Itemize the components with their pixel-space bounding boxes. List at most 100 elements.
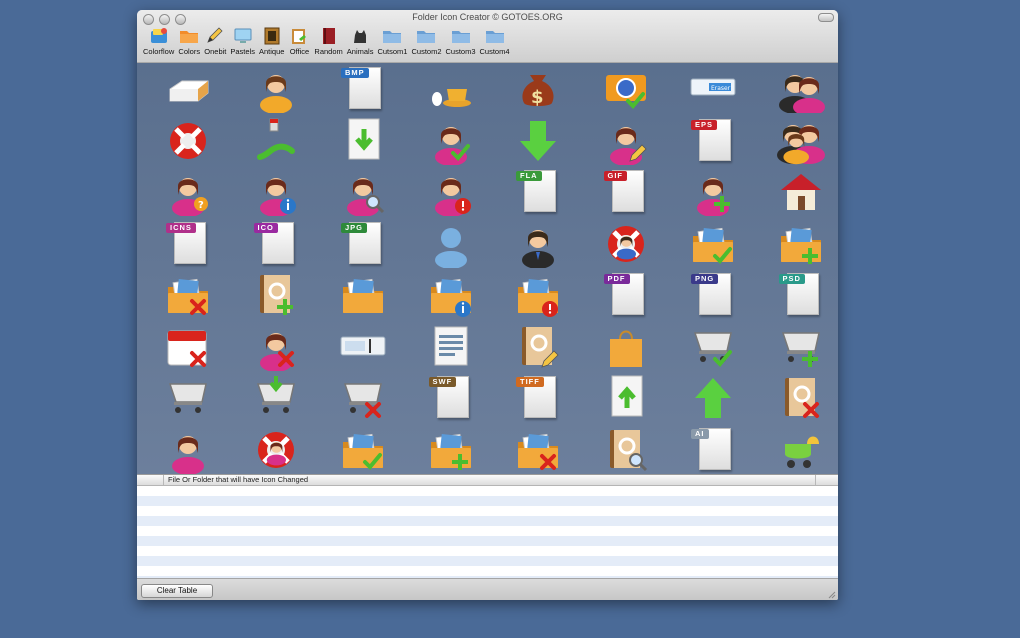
- icon-cell[interactable]: [408, 63, 494, 115]
- icon-cell[interactable]: [233, 166, 319, 218]
- businessman-icon: [514, 220, 562, 269]
- icon-cell[interactable]: [408, 269, 494, 321]
- icon-cell[interactable]: [233, 424, 319, 476]
- icon-cell[interactable]: [145, 321, 231, 373]
- toolbar-custom4[interactable]: Custom4: [480, 26, 510, 56]
- file-type-tag: GIF: [603, 171, 627, 181]
- icon-cell[interactable]: [495, 424, 581, 476]
- icon-cell[interactable]: [758, 424, 839, 476]
- icon-cell[interactable]: TIFF: [495, 372, 581, 424]
- user-female-check-icon: [427, 117, 475, 166]
- icon-cell[interactable]: [145, 372, 231, 424]
- icon-cell[interactable]: [758, 166, 839, 218]
- toolbar-colors[interactable]: Colors: [178, 26, 200, 56]
- icon-cell[interactable]: [145, 424, 231, 476]
- icon-cell[interactable]: [583, 321, 669, 373]
- icon-cell[interactable]: [583, 372, 669, 424]
- icon-cell[interactable]: PDF: [583, 269, 669, 321]
- folder-add-icon: [427, 426, 475, 474]
- icon-cell[interactable]: [320, 166, 406, 218]
- icon-cell[interactable]: [670, 372, 756, 424]
- down-arrow-icon: [514, 117, 562, 165]
- toolbar-pastels[interactable]: Pastels: [230, 26, 255, 56]
- icon-cell[interactable]: EPS: [670, 115, 756, 167]
- icon-cell[interactable]: [758, 115, 839, 167]
- resize-grip-icon[interactable]: [827, 590, 836, 599]
- stroller-add-icon: [777, 426, 825, 474]
- icon-cell[interactable]: [233, 63, 319, 115]
- icon-cell[interactable]: [408, 218, 494, 270]
- icon-cell[interactable]: [495, 269, 581, 321]
- icon-cell[interactable]: [758, 218, 839, 270]
- icon-cell[interactable]: [320, 269, 406, 321]
- toolbar-animals[interactable]: Animals: [347, 26, 373, 56]
- file-type-tag: ICNS: [166, 222, 196, 233]
- folder-icon: [381, 26, 403, 46]
- icon-cell[interactable]: [583, 424, 669, 476]
- icon-cell[interactable]: [583, 115, 669, 167]
- icon-cell[interactable]: [408, 321, 494, 373]
- icon-cell[interactable]: ICO: [233, 218, 319, 270]
- toolbar-onebit[interactable]: Onebit: [204, 26, 226, 56]
- window-title: Folder Icon Creator © GOTOES.ORG: [412, 12, 563, 22]
- toolbar-colorflow[interactable]: Colorflow: [143, 26, 174, 56]
- icon-cell[interactable]: [583, 63, 669, 115]
- user-female-search-icon: [339, 168, 387, 217]
- icon-cell[interactable]: FLA: [495, 166, 581, 218]
- icon-cell[interactable]: [758, 63, 839, 116]
- icon-cell[interactable]: [758, 372, 839, 424]
- icon-cell[interactable]: [758, 321, 839, 373]
- table-header-checkbox-column[interactable]: [137, 475, 164, 485]
- icon-cell[interactable]: [145, 269, 231, 321]
- icon-cell[interactable]: [320, 321, 406, 373]
- user-silhouette-icon: [427, 220, 475, 269]
- toolbar-custom3[interactable]: Custom3: [446, 26, 476, 56]
- icon-cell[interactable]: PSD: [758, 269, 839, 321]
- icon-cell[interactable]: [495, 115, 581, 167]
- icon-cell[interactable]: [670, 321, 756, 373]
- icon-cell[interactable]: [670, 166, 756, 218]
- toolbar-custom2[interactable]: Custom2: [411, 26, 442, 56]
- icon-cell[interactable]: ?: [145, 166, 231, 218]
- icon-cell[interactable]: [320, 115, 406, 167]
- cart-empty-icon: [164, 374, 212, 422]
- svg-text:?: ?: [198, 200, 204, 211]
- address-book-edit-icon: [514, 323, 562, 371]
- icon-cell[interactable]: BMP: [320, 63, 406, 115]
- icon-cell[interactable]: [408, 166, 494, 218]
- table-column-header[interactable]: File Or Folder that will have Icon Chang…: [168, 475, 308, 485]
- icon-cell[interactable]: [670, 218, 756, 270]
- bmp-file-icon: BMP: [339, 65, 387, 113]
- toolbar: Colorflow Colors Onebit Pastels Antique …: [143, 26, 514, 62]
- toolbar-custom1[interactable]: Cutsom1: [377, 26, 407, 56]
- icon-cell[interactable]: [233, 321, 319, 373]
- icon-cell[interactable]: $: [495, 63, 581, 115]
- icon-cell[interactable]: [583, 218, 669, 270]
- clear-table-button[interactable]: Clear Table: [141, 584, 213, 598]
- user-female-add-icon: [689, 168, 737, 217]
- toolbar-toggle-button[interactable]: [818, 13, 834, 22]
- icon-cell[interactable]: [495, 321, 581, 373]
- icon-cell[interactable]: [408, 115, 494, 167]
- users-couple-icon: [777, 65, 825, 116]
- icon-cell[interactable]: [145, 115, 231, 167]
- file-table[interactable]: [137, 486, 838, 578]
- icon-cell[interactable]: [233, 269, 319, 321]
- icon-cell[interactable]: SWF: [408, 372, 494, 424]
- icon-cell[interactable]: [233, 115, 319, 167]
- icon-cell[interactable]: [320, 424, 406, 476]
- icon-cell[interactable]: [320, 372, 406, 424]
- icon-cell[interactable]: AI: [670, 424, 756, 476]
- toolbar-random[interactable]: Random: [314, 26, 343, 56]
- icon-cell[interactable]: [145, 63, 231, 115]
- icon-cell[interactable]: Eraser: [670, 63, 756, 115]
- icon-cell[interactable]: GIF: [583, 166, 669, 218]
- toolbar-office[interactable]: Office: [288, 26, 310, 56]
- icon-cell[interactable]: JPG: [320, 218, 406, 270]
- icon-cell[interactable]: [233, 372, 319, 424]
- icon-cell[interactable]: PNG: [670, 269, 756, 321]
- icon-cell[interactable]: ICNS: [145, 218, 231, 270]
- icon-cell[interactable]: [495, 218, 581, 270]
- toolbar-antique[interactable]: Antique: [259, 26, 284, 56]
- icon-cell[interactable]: [408, 424, 494, 476]
